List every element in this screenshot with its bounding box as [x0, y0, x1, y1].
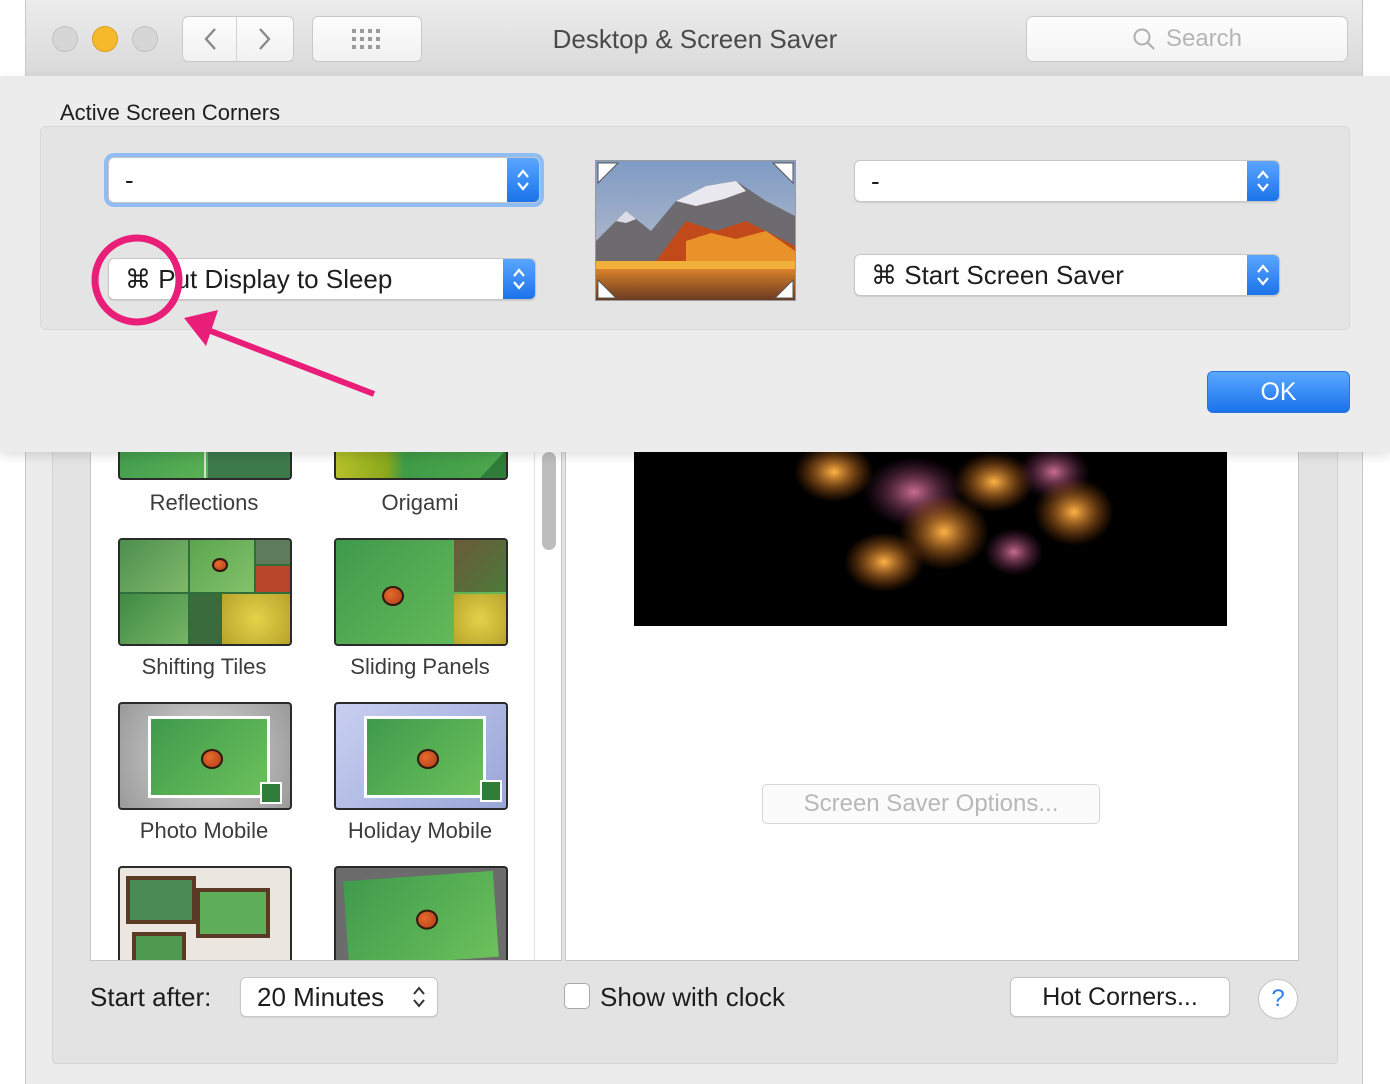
thumbnail-shifting-tiles[interactable] — [118, 538, 292, 646]
thumbnail-vintage-prints[interactable] — [118, 866, 292, 960]
mountain-landscape-image — [596, 161, 795, 300]
tile — [222, 594, 290, 644]
list-item-label: Reflections — [149, 490, 259, 515]
start-after-select[interactable]: 20 Minutes — [240, 977, 438, 1017]
grid-icon — [352, 29, 380, 49]
popup-stepper — [1247, 161, 1279, 201]
list-divider — [534, 450, 535, 960]
start-after-label: Start after: — [90, 982, 212, 1012]
tile — [256, 540, 290, 564]
hot-corners-button[interactable]: Hot Corners... — [1010, 977, 1230, 1017]
screen-saver-preview — [634, 452, 1227, 626]
ladybug-icon — [417, 749, 439, 769]
photo-frame — [196, 888, 270, 938]
updown-arrows-icon — [413, 986, 425, 1008]
updown-arrows-icon — [1257, 264, 1269, 286]
bottom-left-corner-value: ⌘ Put Display to Sleep — [125, 263, 393, 294]
bottom-right-corner-value: ⌘ Start Screen Saver — [871, 259, 1124, 290]
ladybug-icon — [382, 586, 404, 606]
origami-fold — [480, 450, 506, 478]
thumbnail-sliding-panels[interactable] — [334, 538, 508, 646]
tile — [190, 540, 254, 592]
top-left-corner-popup[interactable]: - — [108, 157, 540, 203]
list-item-label: Photo Mobile — [139, 818, 269, 843]
ladybug-icon — [212, 558, 228, 572]
screen-corners-preview-image — [595, 160, 796, 301]
top-right-corner-popup[interactable]: - — [854, 160, 1280, 202]
chevron-right-icon — [259, 28, 271, 50]
photo-frame — [480, 780, 502, 802]
start-after-value: 20 Minutes — [257, 982, 385, 1012]
list-item-label: Origami — [381, 490, 459, 515]
thumbnail-ken-burns[interactable] — [334, 866, 508, 960]
forward-button[interactable] — [236, 16, 294, 62]
flurry-preview-graphic — [794, 452, 1114, 592]
photo-frame — [126, 876, 196, 924]
top-right-corner-value: - — [871, 165, 880, 196]
photo-frame — [343, 870, 499, 960]
thumbnail-holiday-mobile[interactable] — [334, 702, 508, 810]
list-scrollbar[interactable] — [542, 452, 556, 550]
chevron-left-icon — [204, 28, 216, 50]
minimize-window-button[interactable] — [92, 26, 118, 52]
tile — [190, 594, 220, 644]
photo-frame — [260, 782, 282, 804]
back-button[interactable] — [182, 16, 238, 62]
popup-stepper — [503, 259, 535, 299]
tile — [120, 540, 188, 592]
photo-frame — [132, 932, 186, 960]
show-with-clock-checkbox[interactable] — [564, 983, 590, 1009]
search-field[interactable]: Search — [1026, 16, 1348, 62]
tile — [454, 594, 506, 644]
search-icon — [1133, 28, 1155, 50]
help-button[interactable]: ? — [1258, 979, 1298, 1019]
list-item-label: Sliding Panels — [350, 654, 490, 679]
zoom-window-button[interactable] — [132, 26, 158, 52]
list-item-label: Shifting Tiles — [141, 654, 267, 679]
bottom-right-corner-popup[interactable]: ⌘ Start Screen Saver — [854, 254, 1280, 296]
tile — [256, 566, 290, 592]
sheet-title: Active Screen Corners — [60, 100, 281, 125]
tile — [120, 594, 188, 644]
ok-button[interactable]: OK — [1207, 371, 1350, 413]
ladybug-icon — [201, 749, 223, 769]
search-placeholder: Search — [1165, 25, 1243, 52]
ladybug-icon — [415, 908, 439, 931]
popup-stepper — [507, 158, 539, 202]
tile — [454, 540, 506, 592]
updown-arrows-icon — [517, 169, 529, 191]
top-left-corner-value: - — [125, 164, 134, 195]
close-window-button[interactable] — [52, 26, 78, 52]
show-with-clock-label[interactable]: Show with clock — [600, 982, 785, 1013]
list-item-label: Holiday Mobile — [347, 818, 493, 843]
thumbnail-photo-mobile[interactable] — [118, 702, 292, 810]
bottom-left-corner-popup[interactable]: ⌘ Put Display to Sleep — [108, 258, 536, 300]
screen-saver-options-button[interactable]: Screen Saver Options... — [762, 784, 1100, 824]
updown-arrows-icon — [513, 268, 525, 290]
popup-stepper — [1247, 255, 1279, 295]
updown-arrows-icon — [1257, 170, 1269, 192]
photo-frame — [148, 716, 270, 798]
window-title: Desktop & Screen Saver — [552, 24, 838, 54]
photo-frame — [364, 716, 486, 798]
